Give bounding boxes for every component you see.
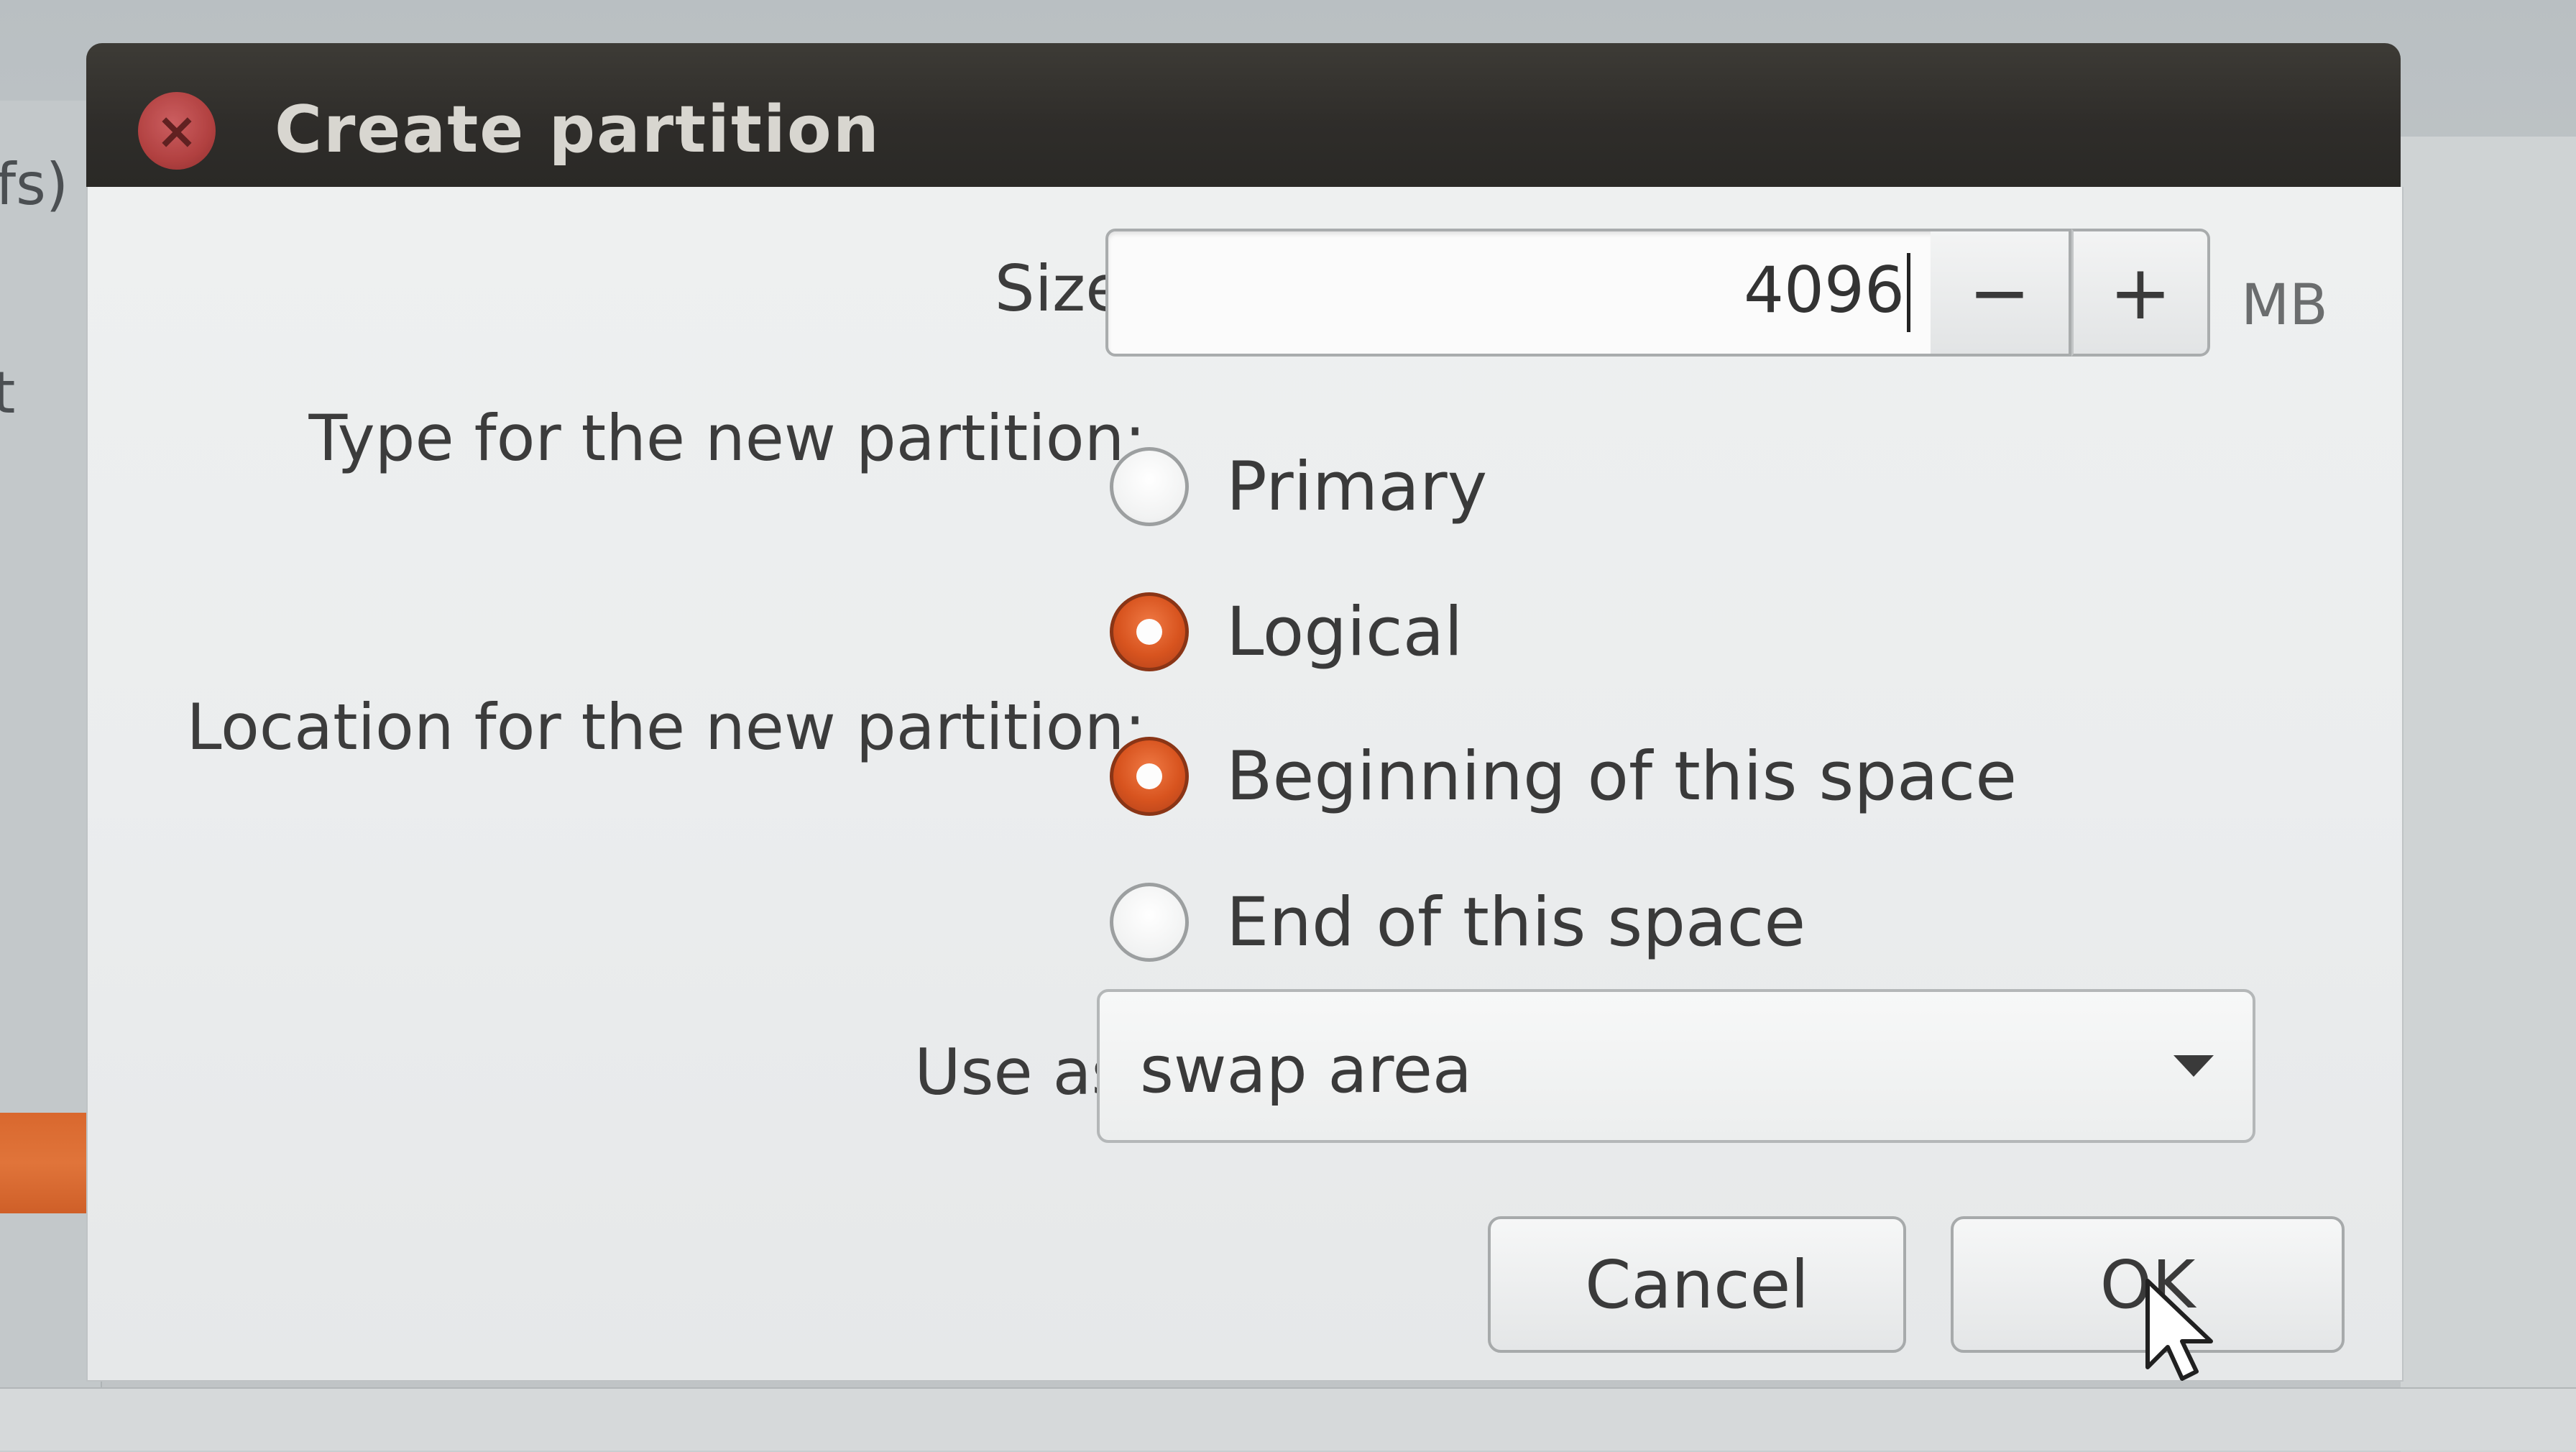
radio-end[interactable]: End of this space bbox=[1110, 876, 1806, 969]
radio-primary[interactable]: Primary bbox=[1110, 440, 1487, 533]
dialog-title: Create partition bbox=[275, 92, 880, 167]
use-as-dropdown[interactable]: swap area bbox=[1097, 989, 2255, 1143]
size-decrement-button[interactable]: − bbox=[1931, 229, 2071, 357]
chevron-down-icon bbox=[2174, 1055, 2214, 1077]
cancel-button[interactable]: Cancel bbox=[1488, 1216, 1906, 1353]
radio-logical[interactable]: Logical bbox=[1110, 585, 1463, 679]
use-as-selected-value: swap area bbox=[1140, 1032, 1473, 1108]
background-bottom-bar bbox=[0, 1387, 2576, 1451]
plus-icon: + bbox=[2109, 249, 2172, 336]
radio-primary-label[interactable]: Primary bbox=[1226, 448, 1487, 526]
background-text: t bbox=[0, 359, 16, 426]
close-icon: × bbox=[155, 101, 198, 160]
minus-icon: − bbox=[1968, 249, 2031, 336]
radio-checked-icon[interactable] bbox=[1110, 737, 1189, 816]
mouse-pointer-icon bbox=[2145, 1279, 2213, 1381]
dialog-titlebar: × Create partition bbox=[86, 43, 2401, 187]
radio-logical-label[interactable]: Logical bbox=[1226, 593, 1463, 671]
background-text: fs) bbox=[0, 151, 69, 218]
radio-unchecked-icon[interactable] bbox=[1110, 447, 1189, 526]
size-value: 4096 bbox=[1744, 253, 1905, 327]
radio-unchecked-icon[interactable] bbox=[1110, 883, 1189, 962]
background-panel bbox=[2401, 137, 2576, 1452]
create-partition-dialog: × Create partition Size: 4096 − + MB Typ… bbox=[86, 43, 2404, 1382]
partition-type-label: Type for the new partition: bbox=[308, 401, 1146, 475]
size-input[interactable]: 4096 bbox=[1105, 229, 1936, 357]
close-button[interactable]: × bbox=[138, 92, 216, 170]
radio-end-label[interactable]: End of this space bbox=[1226, 883, 1806, 962]
radio-beginning[interactable]: Beginning of this space bbox=[1110, 730, 2017, 823]
text-caret bbox=[1907, 253, 1910, 332]
radio-checked-icon[interactable] bbox=[1110, 592, 1189, 671]
size-increment-button[interactable]: + bbox=[2071, 229, 2210, 357]
radio-beginning-label[interactable]: Beginning of this space bbox=[1226, 738, 2017, 816]
size-unit-label: MB bbox=[2241, 273, 2328, 338]
partition-location-label: Location for the new partition: bbox=[186, 690, 1146, 764]
